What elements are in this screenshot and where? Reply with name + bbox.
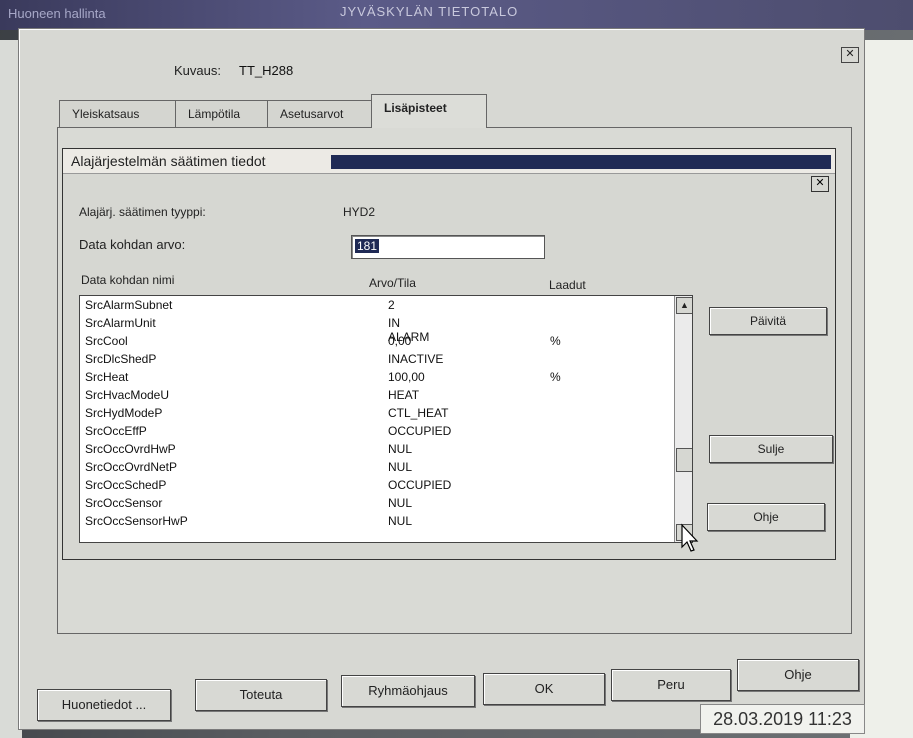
scroll-up-icon[interactable]: ▲	[676, 297, 692, 314]
tab-overview[interactable]: Yleiskatsaus	[59, 100, 183, 127]
refresh-button[interactable]: Päivitä	[709, 307, 827, 335]
column-header-name: Data kohdan nimi	[81, 273, 175, 287]
data-value-text: 181	[355, 239, 380, 253]
vertical-scrollbar[interactable]: ▲ ▼	[674, 296, 692, 542]
column-header-value: Arvo/Tila	[369, 276, 416, 290]
dialog-titlebar-fill	[331, 155, 831, 169]
description-value: TT_H288	[239, 63, 294, 78]
column-header-quality: Laadut	[549, 278, 586, 292]
help-button[interactable]: Ohje	[707, 503, 825, 531]
close-button[interactable]: Sulje	[709, 435, 833, 463]
close-icon[interactable]: ✕	[841, 47, 859, 63]
data-value-label: Data kohdan arvo:	[79, 237, 186, 252]
close-icon[interactable]: ✕	[811, 176, 829, 192]
tab-setpoints[interactable]: Asetusarvot	[267, 100, 379, 127]
description-label: Kuvaus:	[174, 63, 221, 78]
dialog-titlebar: Alajärjestelmän säätimen tiedot	[63, 149, 835, 174]
subsystem-controller-dialog: Alajärjestelmän säätimen tiedot ✕ Alajär…	[62, 148, 836, 560]
group-control-button[interactable]: Ryhmäohjaus	[341, 675, 475, 707]
cancel-button[interactable]: Peru	[611, 669, 731, 701]
ok-button[interactable]: OK	[483, 673, 605, 705]
tab-additional-points[interactable]: Lisäpisteet	[371, 94, 487, 128]
controller-type-label: Alajärj. säätimen tyyppi:	[79, 205, 206, 219]
mouse-cursor-icon	[681, 523, 699, 552]
tab-temperature[interactable]: Lämpötila	[175, 100, 275, 127]
apply-button[interactable]: Toteuta	[195, 679, 327, 711]
data-point-list[interactable]: SrcAlarmSubnet 2 SrcAlarmUnit IN ALARM Src…	[79, 295, 693, 543]
window-titlebar: Huoneen hallinta JYVÄSKYLÄN TIETOTALO	[0, 0, 913, 30]
scroll-thumb[interactable]	[676, 448, 692, 472]
room-info-button[interactable]: Huonetiedot ...	[37, 689, 171, 721]
window-title: Huoneen hallinta	[8, 6, 106, 21]
help-button[interactable]: Ohje	[737, 659, 859, 691]
building-title: JYVÄSKYLÄN TIETOTALO	[340, 4, 519, 19]
controller-type-value: HYD2	[343, 205, 376, 219]
dialog-title: Alajärjestelmän säätimen tiedot	[71, 153, 266, 169]
data-value-field[interactable]: 181	[351, 235, 545, 259]
datetime-display: 28.03.2019 11:23	[700, 704, 865, 734]
